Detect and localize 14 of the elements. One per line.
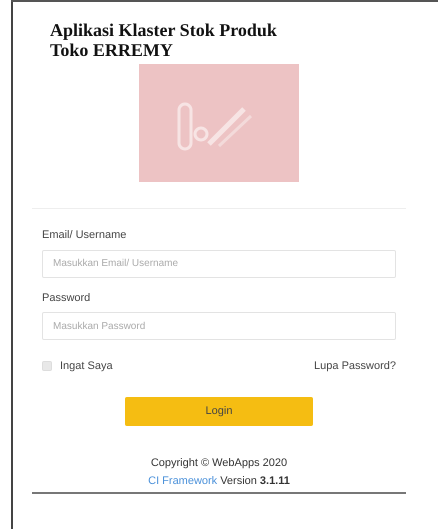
version-label: Version — [220, 474, 257, 488]
login-button[interactable]: Login — [125, 396, 313, 426]
field-label: Email/ Username — [42, 228, 126, 243]
copyright-text: Copyright © WebApps 2020 — [150, 456, 288, 470]
app-title: Aplikasi Klaster Stok Produk — [50, 20, 277, 40]
input-field[interactable]: Masukkan Email/ Username — [42, 250, 396, 278]
version-number: 3.1.11 — [260, 474, 290, 488]
input-field[interactable]: Masukkan Password — [42, 312, 396, 340]
forgot-password-link[interactable]: Lupa Password? — [314, 358, 396, 374]
app-title: Toko ERREMY — [50, 40, 173, 60]
field-label: Password — [42, 290, 90, 306]
checkbox[interactable] — [42, 361, 52, 372]
remember-label: Ingat Saya — [60, 359, 113, 374]
framework-link[interactable]: CI Framework — [148, 472, 218, 490]
